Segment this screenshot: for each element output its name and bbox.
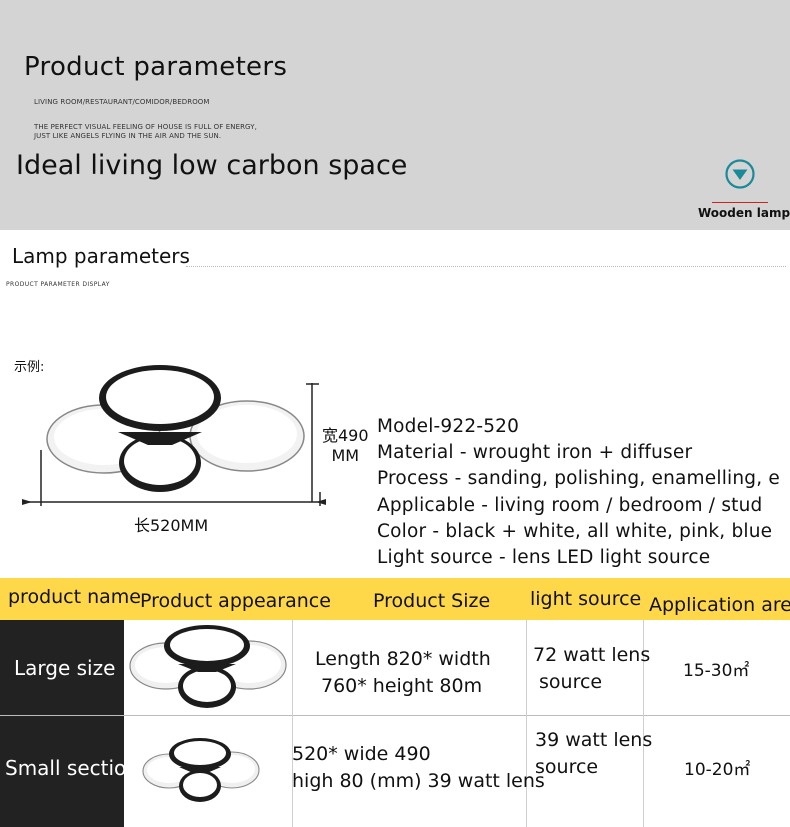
length-dimension-label: 长520MM [134,516,209,535]
size-line2: 760* height 80m [321,675,483,697]
spec-process: Process - sanding, polishing, enamelling… [377,468,780,489]
row-name: Small sectio [5,756,127,780]
header-light-source: light source [530,588,642,610]
spec-light-source: Light source - lens LED light source [377,547,711,568]
product-image-small [142,738,260,802]
column-divider [526,620,527,827]
spec-model: Model-922-520 [377,416,520,437]
spec-applicable: Applicable - living room / bedroom / stu… [377,495,763,516]
row-name: Large size [14,656,116,680]
light-line1: 39 watt lens [535,729,653,751]
badge-label: Wooden lamp [698,206,790,220]
light-line1: 72 watt lens [533,644,651,666]
table-body: Large size Small sectio Length 820* widt… [0,620,790,827]
section-divider [186,266,786,267]
area-value: 15-30㎡ [683,661,750,681]
lamp-illustration [46,365,305,492]
width-label-line2: MM [331,446,360,465]
light-line2: source [535,756,599,778]
banner-subtitle: LIVING ROOM/RESTAURANT/COMIDOR/BEDROOM [34,98,210,106]
size-line2: high 80 (mm) 39 watt lens [292,770,545,792]
spec-color: Color - black + white, all white, pink, … [377,521,773,542]
table-row-large-label: Large size [0,620,124,715]
top-banner [0,0,790,230]
chevron-down-circle-icon [725,159,755,189]
header-product-size: Product Size [373,590,491,612]
light-line2: source [539,671,603,693]
banner-tagline-line2: JUST LIKE ANGELS FLYING IN THE AIR AND T… [34,132,222,140]
header-application-area: Application are [649,594,790,616]
size-line1: 520* wide 490 [292,743,431,765]
section-title: Lamp parameters [12,244,190,268]
area-value: 10-20㎡ [684,760,751,780]
size-line1: Length 820* width [315,648,491,670]
banner-title: Product parameters [24,52,288,82]
width-dimension-line [306,383,319,502]
section-subtitle: PRODUCT PARAMETER DISPLAY [6,281,110,288]
header-product-name: product name [8,586,141,608]
spec-material: Material - wrought iron + diffuser [377,442,693,463]
badge-underline [712,202,768,203]
banner-slogan: Ideal living low carbon space [16,150,408,181]
table-header: product name Product appearance Product … [0,578,790,620]
header-product-appearance: Product appearance [140,590,331,612]
column-divider [292,620,293,827]
width-dimension-label: 宽490 MM [322,426,369,466]
product-image-large [129,625,287,708]
table-row-small-label: Small sectio [0,716,127,827]
width-label-line1: 宽490 [322,426,369,445]
banner-tagline-line1: THE PERFECT VISUAL FEELING OF HOUSE IS F… [34,123,257,131]
